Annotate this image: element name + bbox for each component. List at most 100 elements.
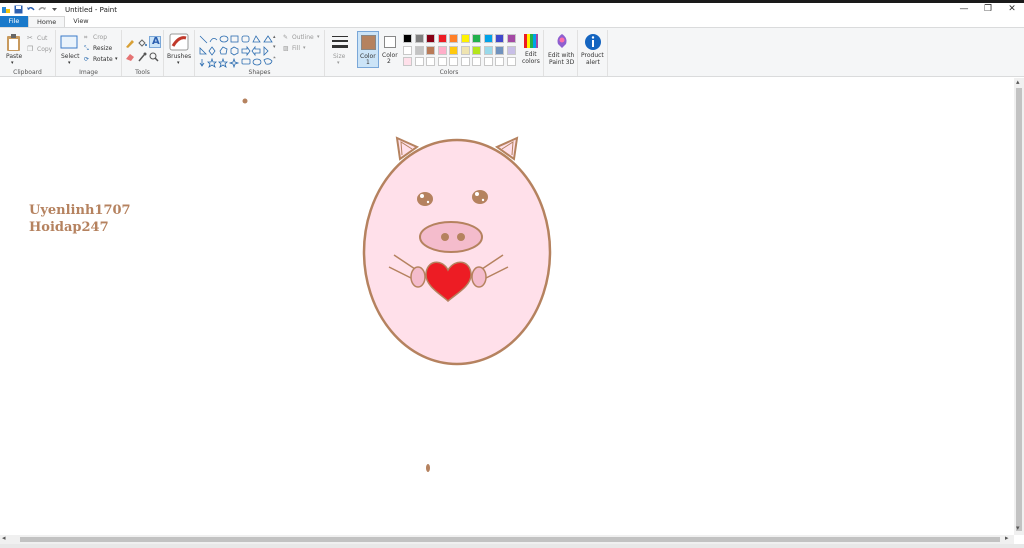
status-bar	[0, 544, 1024, 548]
palette-swatch[interactable]	[449, 45, 458, 55]
color-picker-icon[interactable]	[137, 52, 147, 62]
palette-swatch[interactable]	[495, 34, 504, 43]
color2-swatch	[384, 36, 396, 48]
palette-swatch[interactable]	[506, 45, 516, 55]
paint3d-icon	[557, 34, 567, 48]
size-button[interactable]: Size ▾	[330, 33, 350, 67]
palette-swatch[interactable]	[472, 34, 481, 43]
color2-button[interactable]: Color 2	[381, 31, 401, 68]
maximize-button[interactable]: ❐	[976, 3, 1000, 16]
scroll-left-icon[interactable]: ◂	[2, 534, 6, 542]
drawing-canvas[interactable]: Uyenlinh1707 Hoidap247	[0, 78, 1014, 535]
tab-view[interactable]: View	[65, 16, 96, 27]
palette-swatch[interactable]	[414, 57, 424, 66]
palette-swatch[interactable]	[437, 34, 447, 43]
paste-button[interactable]: Paste ▾	[4, 33, 24, 66]
paint3d-group: Edit with Paint 3D	[544, 30, 578, 76]
outline-chevron-icon: ▾	[317, 34, 320, 40]
left-eye-highlight-small	[426, 200, 430, 204]
resize-label: Resize	[93, 45, 113, 52]
shapes-gallery[interactable]	[198, 34, 280, 68]
text-tool-button[interactable]: A	[149, 36, 161, 48]
scroll-down-icon[interactable]: ▾	[1016, 524, 1020, 532]
palette-swatch[interactable]	[437, 45, 447, 55]
magnifier-icon[interactable]	[149, 52, 159, 62]
image-group-label: Image	[79, 69, 98, 76]
vertical-scrollbar[interactable]: ▴ ▾	[1014, 78, 1024, 535]
palette-swatch[interactable]	[403, 45, 412, 55]
shapes-scroll-down-icon[interactable]: ▾	[273, 44, 276, 50]
palette-swatch[interactable]	[483, 45, 493, 55]
edit-colors-label-1: Edit	[525, 51, 537, 58]
palette-swatch[interactable]	[426, 45, 435, 55]
vertical-scroll-thumb[interactable]	[1016, 88, 1022, 531]
crop-label: Crop	[93, 34, 108, 41]
palette-swatch[interactable]	[460, 57, 470, 66]
horizontal-scroll-thumb[interactable]	[20, 537, 1000, 542]
palette-swatch[interactable]	[403, 34, 412, 43]
redo-icon[interactable]	[38, 5, 47, 14]
minimize-button[interactable]: —	[952, 3, 976, 16]
image-group: Select ▾ ⌗ Crop ⤡ Resize ⟳ Rotate ▾ Imag…	[56, 30, 122, 76]
close-button[interactable]: ✕	[1000, 3, 1024, 16]
brushes-button[interactable]: Brushes ▾	[167, 32, 192, 68]
product-alert-button[interactable]: Product alert	[579, 32, 607, 68]
select-button[interactable]: Select ▾	[60, 34, 82, 66]
tools-group: A Tools	[122, 30, 164, 76]
palette-swatch[interactable]	[472, 57, 481, 66]
fill-label: Fill	[292, 45, 301, 52]
palette-swatch[interactable]	[506, 34, 516, 43]
palette-swatch[interactable]	[414, 34, 424, 43]
ribbon-tabs: File Home View	[0, 16, 1024, 27]
scroll-up-icon[interactable]: ▴	[1016, 78, 1020, 86]
tab-file[interactable]: File	[0, 16, 28, 27]
palette-swatch[interactable]	[472, 45, 481, 55]
paint3d-label-2: Paint 3D	[549, 59, 575, 66]
edit-colors-button[interactable]: Edit colors	[520, 32, 542, 68]
horizontal-scrollbar[interactable]: ◂ ▸	[0, 534, 1014, 544]
edit-colors-label-2: colors	[522, 58, 540, 65]
customize-qat-chevron-icon[interactable]	[50, 5, 59, 14]
palette-swatch[interactable]	[495, 57, 504, 66]
outline-label: Outline	[292, 34, 314, 41]
save-icon[interactable]	[14, 5, 23, 14]
palette-swatch[interactable]	[460, 34, 470, 43]
right-eye-highlight	[475, 192, 479, 196]
palette-swatch[interactable]	[449, 57, 458, 66]
color1-button[interactable]: Color 1	[357, 31, 379, 68]
brushes-label: Brushes	[167, 53, 192, 60]
palette-swatch[interactable]	[449, 34, 458, 43]
scroll-right-icon[interactable]: ▸	[1005, 534, 1009, 542]
scissors-icon: ✂	[27, 34, 33, 42]
palette-swatch[interactable]	[495, 45, 504, 55]
palette-swatch[interactable]	[426, 34, 435, 43]
crop-icon: ⌗	[84, 34, 88, 41]
paint3d-label-1: Edit with	[548, 52, 575, 59]
fill-bucket-icon[interactable]	[137, 38, 147, 48]
pencil-icon[interactable]	[125, 38, 135, 48]
palette-swatch[interactable]	[483, 57, 493, 66]
edit-with-paint3d-button[interactable]: Edit with Paint 3D	[546, 32, 576, 68]
shapes-group-label: Shapes	[248, 69, 271, 76]
eraser-icon[interactable]	[125, 52, 135, 62]
brush-icon	[169, 33, 189, 51]
size-group: Size ▾	[327, 30, 353, 76]
palette-swatch[interactable]	[403, 57, 412, 66]
undo-icon[interactable]	[26, 5, 35, 14]
tab-home[interactable]: Home	[28, 16, 66, 27]
color1-number: 1	[366, 59, 370, 66]
palette-swatch[interactable]	[460, 45, 470, 55]
shapes-expand-icon[interactable]: ⩡	[273, 55, 276, 61]
paste-label: Paste	[6, 53, 23, 60]
size-chevron-icon: ▾	[337, 60, 340, 66]
clipboard-group-label: Clipboard	[13, 69, 42, 76]
copy-label: Copy	[37, 46, 53, 53]
palette-swatch[interactable]	[506, 57, 516, 66]
palette-swatch[interactable]	[437, 57, 447, 66]
shapes-scroll-up-icon[interactable]: ▴	[273, 34, 276, 40]
brown-dot-top	[242, 98, 248, 104]
palette-swatch[interactable]	[483, 34, 493, 43]
palette-swatch[interactable]	[414, 45, 424, 55]
product-alert-label-2: alert	[586, 59, 600, 66]
palette-swatch[interactable]	[426, 57, 435, 66]
